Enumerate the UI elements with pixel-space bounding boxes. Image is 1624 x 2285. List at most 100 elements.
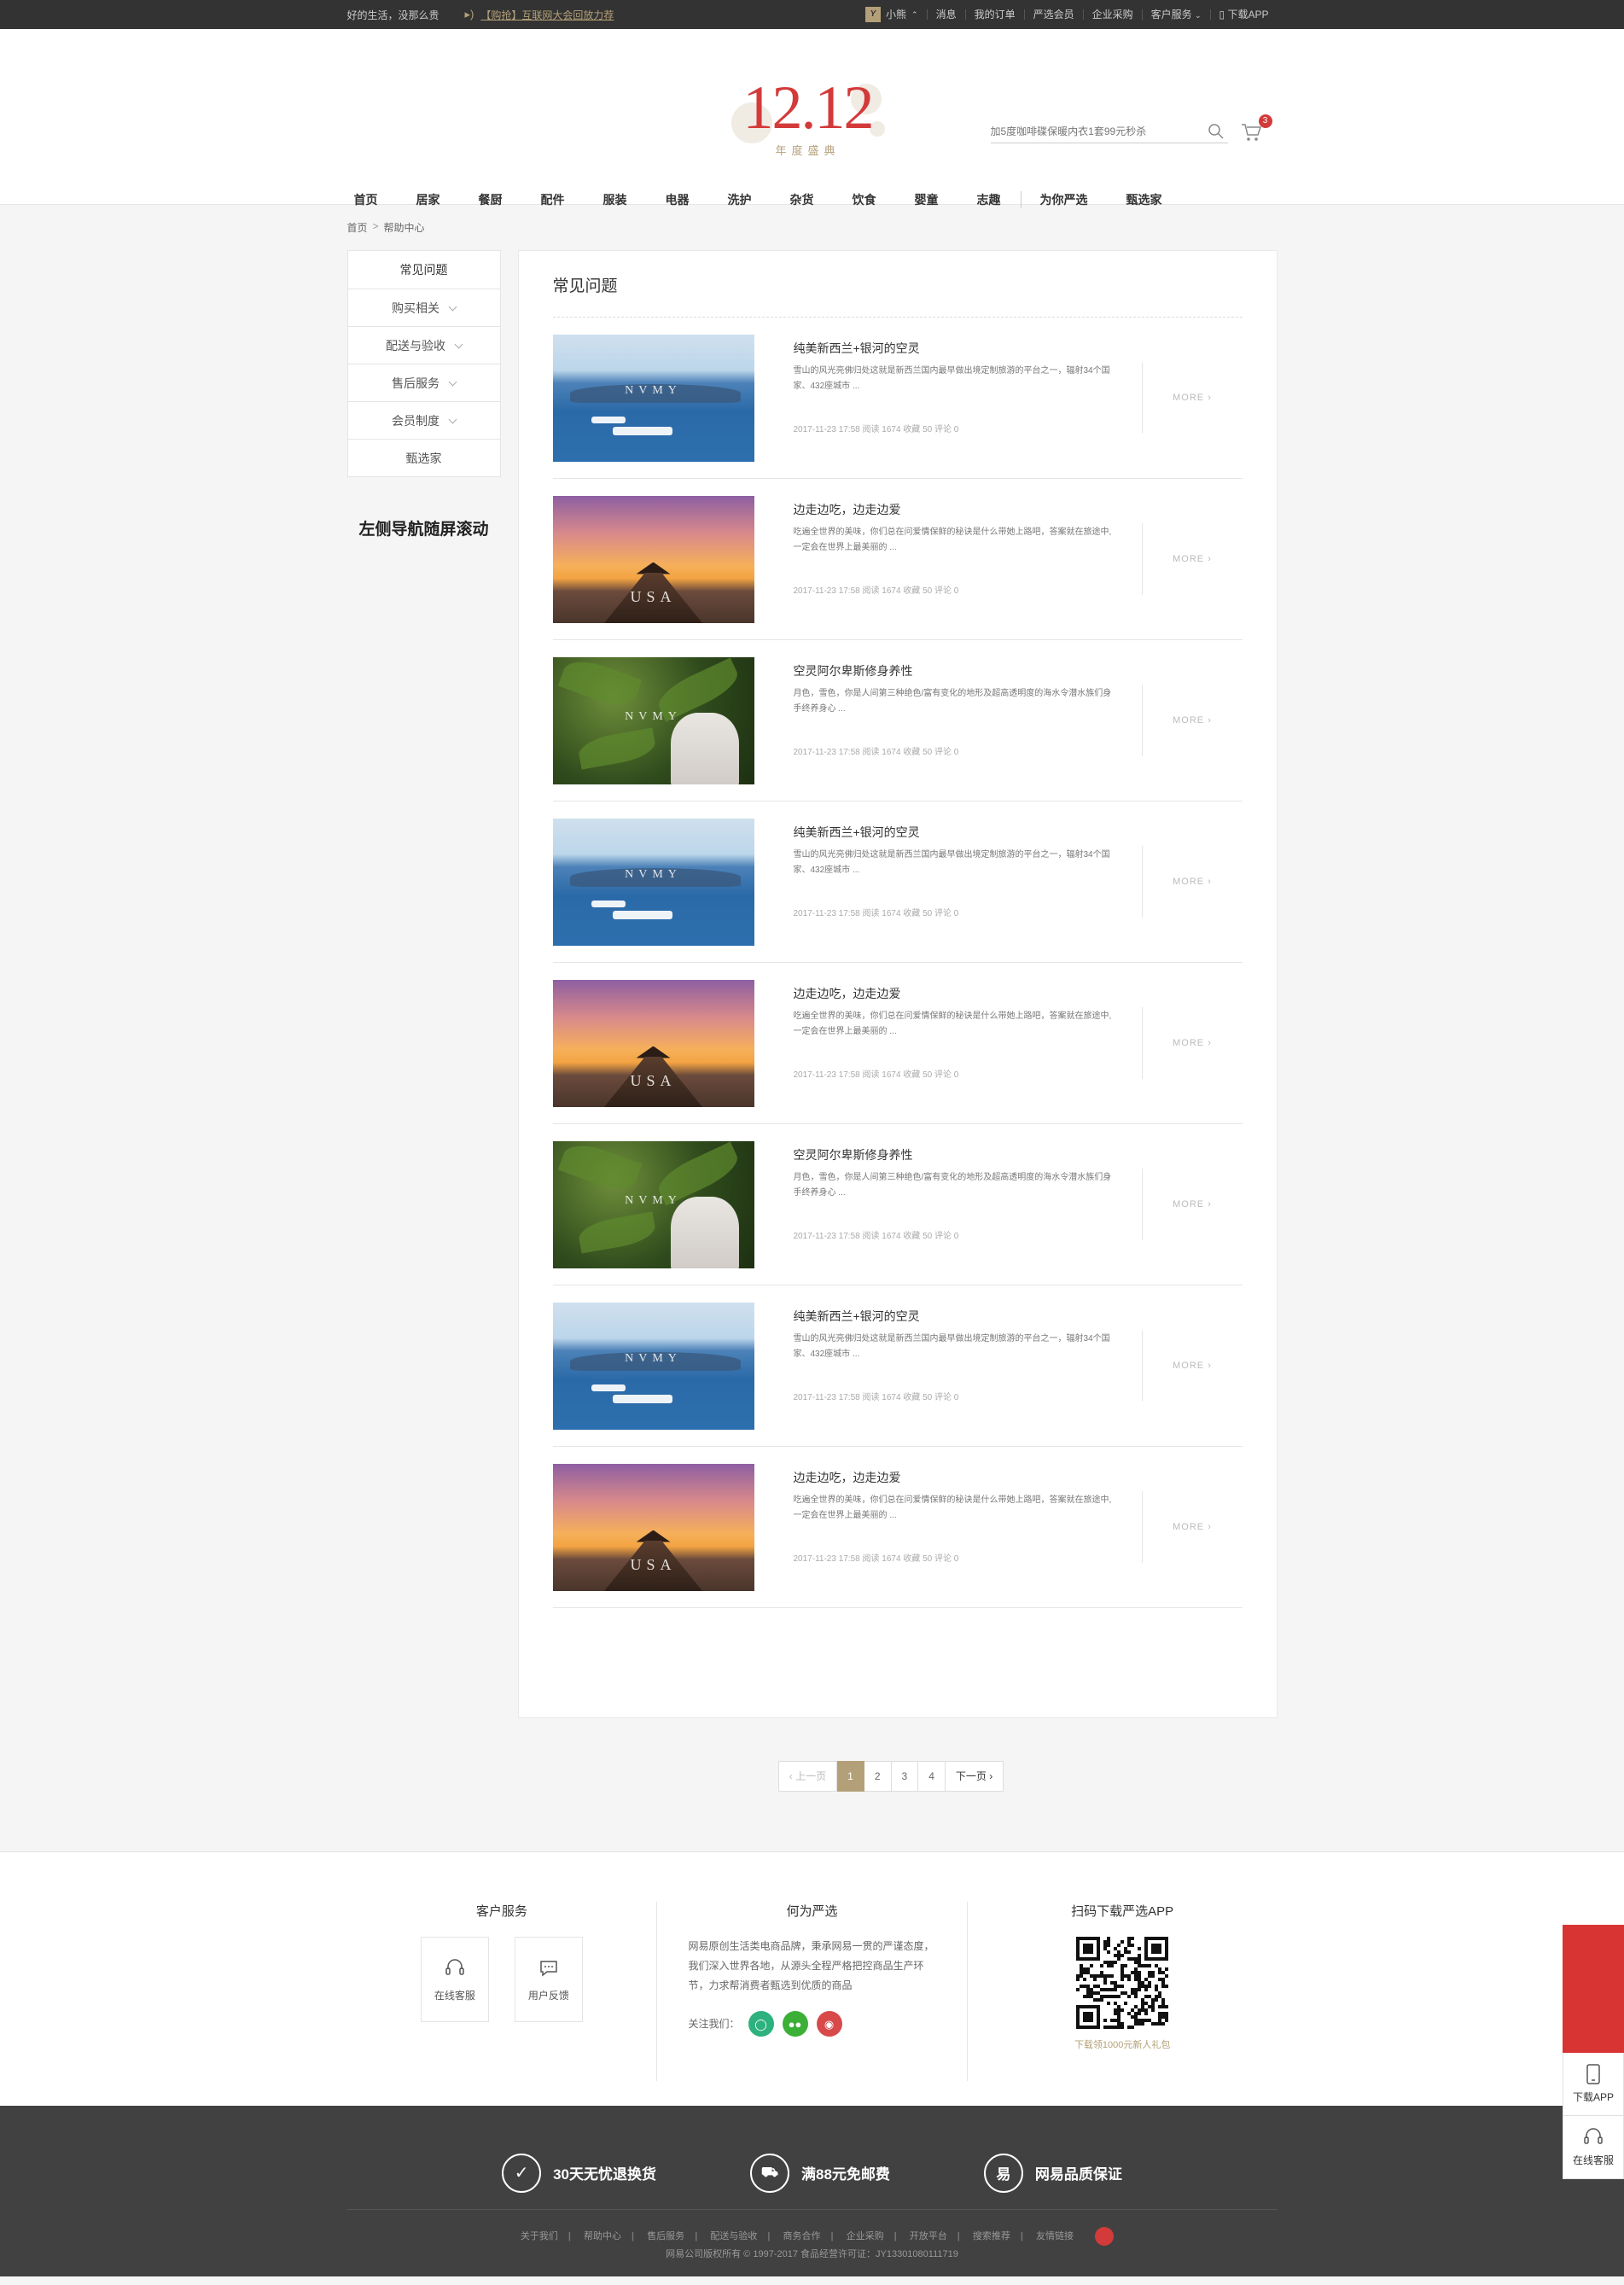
sidebar-item-delivery[interactable]: 配送与验收 [347,326,500,364]
article-thumbnail[interactable]: USA [552,979,754,1107]
article-row[interactable]: USA 边走边吃，边走边爱 吃遍全世界的美味，你们总在问爱情保鲜的秘诀是什么带她上路… [552,1447,1243,1608]
page-2-button[interactable]: 2 [864,1761,892,1792]
more-label: MORE [1173,715,1205,726]
promise-label: 30天无忧退换货 [553,2166,656,2183]
article-thumbnail[interactable]: NVMY [552,334,754,462]
ship-shape [612,426,672,435]
more-link[interactable]: MORE › [1141,1491,1243,1563]
sidebar-item-after-sales[interactable]: 售后服务 [347,364,500,401]
footer-link[interactable]: 开放平台 [899,2231,958,2241]
online-service-button[interactable]: 在线客服 [420,1937,489,2022]
more-label: MORE [1173,393,1205,403]
more-link[interactable]: MORE › [1141,846,1243,918]
article-thumbnail[interactable]: NVMY [552,818,754,946]
article-title[interactable]: 空灵阿尔卑斯修身养性 [794,1146,1118,1163]
article-title[interactable]: 纯美新西兰+银河的空灵 [794,1308,1118,1325]
app-tip[interactable]: 下载领1000元新人礼包 [968,2037,1278,2051]
download-app-link[interactable]: ▯ 下载APP [1209,9,1278,20]
more-link[interactable]: MORE › [1141,1007,1243,1079]
page-1-button[interactable]: 1 [837,1761,864,1792]
logo[interactable]: 12.12 年度盛典 [723,50,893,169]
article-row[interactable]: USA 边走边吃，边走边爱吃遍全世界的美味，你们总在问爱情保鲜的秘诀是什么带她上路… [552,479,1243,640]
page-3-button[interactable]: 3 [891,1761,919,1792]
article-list: NVMY 纯美新西兰+银河的空灵 雪山的风光亮佛归处这就是新西兰国内最早做出境定制旅… [552,318,1243,1608]
footer-link[interactable]: 配送与验收 [700,2231,767,2241]
article-row[interactable]: NVMY 空灵阿尔卑斯修身养性 月色，雪色，你是人间第三种绝色/富有变化的地形及超高… [552,1124,1243,1285]
article-row[interactable]: NVMY 纯美新西兰+银河的空灵雪山的风光亮佛归处这就是新西兰国内最早做出境定制旅… [552,801,1243,963]
article-row[interactable]: NVMY 纯美新西兰+银河的空灵 雪山的风光亮佛归处这就是新西兰国内最早做出境定制旅… [552,1285,1243,1447]
feedback-button[interactable]: 用户反馈 [514,1937,583,2022]
more-link[interactable]: MORE › [1141,685,1243,756]
truck-icon: ⛟ [750,2153,789,2193]
more-link[interactable]: MORE › [1141,523,1243,595]
article-info: 边走边吃，边走边爱 吃遍全世界的美味，你们总在问爱情保鲜的秘诀是什么带她上路吧，答… [794,1447,1118,1564]
footer-link[interactable]: 企业采购 [836,2231,894,2241]
footer-link[interactable]: 商务合作 [772,2231,830,2241]
promo-banner[interactable] [1563,1925,1624,2053]
next-page-button[interactable]: 下一页 › [945,1761,1004,1792]
float-download-app[interactable]: 下载APP [1563,2053,1624,2116]
footer-link[interactable]: 关于我们 [510,2231,568,2241]
sidebar-item-faq[interactable]: 常见问题 [348,251,500,289]
article-title[interactable]: 边走边吃，边走边爱 [794,501,1118,518]
notice-link[interactable]: 【购抢】互联网大会回放力荐 [480,8,614,22]
promise-label: 网易品质保证 [1034,2166,1122,2183]
article-row[interactable]: NVMY 空灵阿尔卑斯修身养性 月色，雪色，你是人间第三种绝色/富有变化的地形及超高… [552,640,1243,801]
article-title[interactable]: 纯美新西兰+银河的空灵 [794,340,1118,357]
chevron-right-icon: › [1208,1522,1212,1532]
headset-icon [1584,2128,1603,2144]
article-desc: 吃遍全世界的美味，你们总在问爱情保鲜的秘诀是什么带她上路吧，答案就在旅途中,一定… [793,528,1112,552]
article-row[interactable]: USA 边走边吃，边走边爱 吃遍全世界的美味，你们总在问爱情保鲜的秘诀是什么带她上路… [552,963,1243,1124]
article-title[interactable]: 纯美新西兰+银河的空灵 [794,824,1118,841]
prev-page-button[interactable]: ‹ 上一页 [777,1761,838,1792]
more-link[interactable]: MORE › [1141,1169,1243,1240]
breadcrumb-home[interactable]: 首页 [347,220,368,235]
footer-links: 关于我们 | 帮助中心 | 售后服务 | 配送与验收 | 商务合作 | 企业采购 | 开放平… [0,2210,1624,2263]
user-menu[interactable]: Y 小熊 ⌃ [857,7,927,22]
article-desc: 雪山的风光亮佛归处这就是新西兰国内最早做出境定制旅游的平台之一，辐射34个国家、… [793,850,1110,875]
article-thumbnail[interactable]: NVMY [552,1302,754,1430]
cart-button[interactable]: 3 [1240,114,1272,143]
page-4-button[interactable]: 4 [918,1761,946,1792]
wechat-icon[interactable]: ●● [782,2011,808,2037]
sidebar-item-selectors[interactable]: 甄选家 [347,439,500,476]
more-label: MORE [1173,877,1205,887]
article-title[interactable]: 空灵阿尔卑斯修身养性 [794,662,1118,679]
article-title[interactable]: 边走边吃，边走边爱 [794,985,1118,1002]
header: 12.12 年度盛典 3 首页 居家 餐厨 配件 服装 电器 洗护 杂货 饮食 … [0,29,1624,208]
side-float: 下载APP 在线客服 [1563,1925,1624,2179]
messages-link[interactable]: 消息 [926,9,965,20]
article-title[interactable]: 边走边吃，边走边爱 [794,1469,1118,1486]
article-thumbnail[interactable]: NVMY [552,1140,754,1268]
search-icon[interactable] [1208,123,1225,140]
orders-link[interactable]: 我的订单 [964,9,1024,20]
netease-icon[interactable]: ◯ [748,2011,774,2037]
footer-link[interactable]: 搜索推荐 [963,2231,1021,2241]
headset-icon [445,1958,464,1975]
footer-link[interactable]: 友情链接 [1026,2231,1084,2241]
chevron-right-icon: › [1208,1038,1212,1048]
footer-link[interactable]: 售后服务 [637,2231,695,2241]
enterprise-link[interactable]: 企业采购 [1082,9,1142,20]
logo-text: 12.12 [742,73,875,142]
weibo-icon[interactable]: ◉ [816,2011,842,2037]
article-row[interactable]: NVMY 纯美新西兰+银河的空灵 雪山的风光亮佛归处这就是新西兰国内最早做出境定制旅… [552,318,1243,479]
sidebar-item-membership[interactable]: 会员制度 [347,401,500,439]
sidebar-item-purchase[interactable]: 购买相关 [347,289,500,326]
footer-link[interactable]: 帮助中心 [573,2231,632,2241]
membership-link[interactable]: 严选会员 [1023,9,1083,20]
float-online-service[interactable]: 在线客服 [1563,2116,1624,2179]
article-thumbnail[interactable]: USA [552,495,754,623]
search-input[interactable] [990,121,1187,142]
article-thumbnail[interactable]: NVMY [552,656,754,784]
ship-shape [612,1394,672,1403]
chevron-right-icon: › [1208,877,1212,887]
logo-subtitle: 年度盛典 [775,144,841,157]
customer-service-link[interactable]: 客户服务 ⌄ [1141,9,1210,20]
article-thumbnail[interactable]: USA [552,1463,754,1591]
sidebar-item-label: 甄选家 [405,452,442,465]
police-badge-icon [1095,2227,1115,2246]
thumbnail-caption: NVMY [625,709,682,723]
more-link[interactable]: MORE › [1141,1330,1243,1402]
more-link[interactable]: MORE › [1141,362,1243,434]
